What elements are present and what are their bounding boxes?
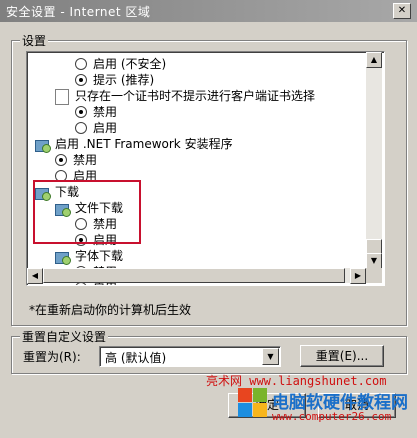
window-title: 安全设置 - Internet 区域 (6, 5, 151, 19)
reset-level-select[interactable]: 高 (默认值) ▼ (99, 346, 281, 367)
scrollbar-corner (366, 268, 382, 283)
windows-logo-icon (238, 388, 268, 418)
security-settings-window: 安全设置 - Internet 区域 ✕ 设置 启用 (不安全) 提示 (推荐)… (0, 0, 417, 438)
title-bar[interactable]: 安全设置 - Internet 区域 ✕ (0, 0, 417, 22)
scroll-right-icon[interactable]: ▶ (350, 268, 366, 284)
list-item[interactable]: 启用 (不安全) (75, 56, 166, 72)
scroll-left-icon[interactable]: ◀ (27, 268, 43, 284)
radio-button[interactable] (75, 57, 87, 70)
reset-to-label: 重置为(R): (23, 350, 81, 364)
list-item: 只存在一个证书时不提示进行客户端证书选择 (55, 88, 315, 105)
setting-page-icon (55, 88, 69, 105)
radio-button[interactable] (55, 153, 67, 166)
reset-group-label: 重置自定义设置 (20, 328, 109, 345)
watermark-site: www.computer26.com (272, 410, 392, 423)
list-item[interactable]: 启用 (75, 120, 117, 136)
horizontal-scrollbar[interactable]: ◀ ▶ (27, 268, 366, 284)
highlight-box (33, 180, 141, 244)
list-item: 启用 .NET Framework 安装程序 (35, 136, 233, 153)
list-item: 字体下载 (55, 248, 123, 265)
settings-category-icon (35, 138, 51, 153)
settings-group-label: 设置 (20, 32, 49, 49)
list-item[interactable]: 禁用 (75, 104, 117, 120)
vertical-scrollbar[interactable]: ▲ ▼ (366, 52, 382, 283)
settings-tree[interactable]: 启用 (不安全) 提示 (推荐) 只存在一个证书时不提示进行客户端证书选择 禁用… (26, 51, 385, 286)
list-item[interactable]: 提示 (推荐) (75, 72, 154, 88)
chevron-down-icon[interactable]: ▼ (262, 348, 279, 365)
reset-button[interactable]: 重置(E)... (300, 345, 384, 367)
list-item[interactable]: 禁用 (55, 152, 97, 168)
radio-button[interactable] (75, 73, 87, 86)
radio-button[interactable] (75, 105, 87, 118)
restart-note: *在重新启动你的计算机后生效 (29, 303, 192, 317)
scroll-down-icon[interactable]: ▼ (366, 253, 382, 269)
horizontal-scroll-thumb[interactable] (43, 268, 345, 283)
radio-button[interactable] (75, 121, 87, 134)
watermark-url: 亮术网 www.liangshunet.com (206, 374, 387, 388)
scroll-up-icon[interactable]: ▲ (366, 52, 382, 68)
reset-level-value: 高 (默认值) (105, 351, 167, 365)
settings-category-icon (55, 250, 71, 265)
close-icon[interactable]: ✕ (393, 3, 411, 19)
